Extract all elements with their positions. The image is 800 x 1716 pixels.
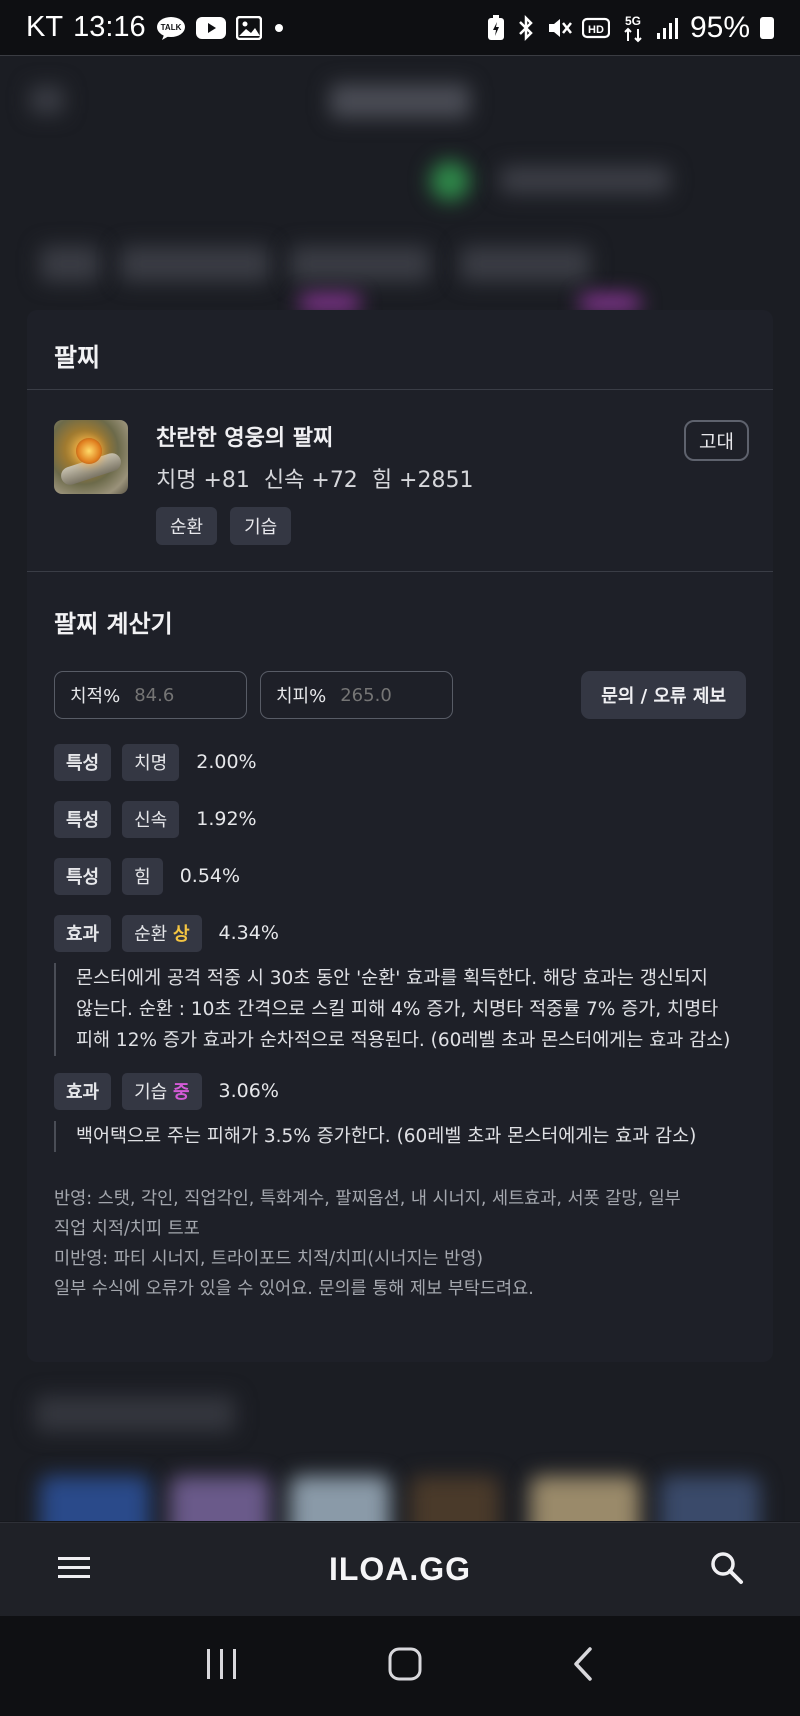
bracelet-calculator: 팔찌 계산기 치적% 치피% 문의 / 오류 제보 특성 치명 2.00% 특성… xyxy=(27,572,773,1304)
stat-kind-chip: 특성 xyxy=(54,800,112,838)
tier-high: 상 xyxy=(172,924,190,945)
mute-icon xyxy=(546,15,572,41)
report-button[interactable]: 문의 / 오류 제보 xyxy=(581,671,746,719)
bracelet-modal: 팔찌 찬란한 영웅의 팔찌 치명 +81 신속 +72 힘 +2851 순환 기… xyxy=(27,310,773,1362)
stat-name-chip: 신속 xyxy=(122,800,180,838)
effect-value: 4.34% xyxy=(218,922,279,944)
svg-text:TALK: TALK xyxy=(160,23,181,32)
effect-name-chip: 기습 중 xyxy=(122,1072,202,1110)
item-name: 찬란한 영웅의 팔찌 xyxy=(156,426,334,451)
effect-row: 효과 순환 상 4.34% xyxy=(54,914,746,952)
svg-text:HD: HD xyxy=(588,24,604,36)
clock: 13:16 xyxy=(73,11,146,43)
system-nav-bar xyxy=(0,1616,800,1716)
item-stat: 치명 +81 xyxy=(156,468,250,493)
bottom-app-bar: ILOA.GG xyxy=(0,1522,800,1616)
calculator-notes: 반영: 스탯, 각인, 직업각인, 특화계수, 팔찌옵션, 내 시너지, 세트효… xyxy=(54,1189,681,1299)
svg-text:5G: 5G xyxy=(625,14,641,28)
stat-row: 특성 신속 1.92% xyxy=(54,800,746,838)
tier-mid: 중 xyxy=(172,1082,190,1103)
effect-value: 3.06% xyxy=(218,1080,279,1102)
item-stats: 치명 +81 신속 +72 힘 +2851 xyxy=(156,462,473,494)
effect-kind-chip: 효과 xyxy=(54,1072,112,1110)
kakaotalk-icon: TALK xyxy=(156,16,186,40)
item-tags: 순환 기습 xyxy=(156,507,292,545)
carrier-label: KT xyxy=(26,11,64,43)
stat-kind-chip: 특성 xyxy=(54,743,112,781)
crit-rate-field[interactable]: 치적% xyxy=(54,671,247,719)
stat-name-chip: 치명 xyxy=(122,743,180,781)
bluetooth-icon xyxy=(516,14,536,42)
effect-description: 백어택으로 주는 피해가 3.5% 증가한다. (60레벨 초과 몬스터에게는 … xyxy=(54,1121,746,1152)
modal-title: 팔찌 xyxy=(27,310,773,390)
calculator-inputs: 치적% 치피% 문의 / 오류 제보 xyxy=(54,671,746,719)
battery-saver-icon xyxy=(486,14,506,41)
hd-voice-icon: HD xyxy=(581,17,610,39)
stat-rows: 특성 치명 2.00% 특성 신속 1.92% 특성 힘 0.54% 효과 순환… xyxy=(54,743,746,1152)
stat-name-chip: 힘 xyxy=(122,857,163,895)
home-icon[interactable] xyxy=(387,1646,423,1686)
effect-description: 몬스터에게 공격 적중 시 30초 동안 '순환' 효과를 획득한다. 해당 효… xyxy=(54,963,746,1056)
status-bar: KT 13:16 TALK HD 5G 95% xyxy=(0,0,800,56)
item-tag: 기습 xyxy=(230,507,292,545)
youtube-icon xyxy=(195,16,226,39)
battery-icon xyxy=(760,16,774,39)
back-icon[interactable] xyxy=(570,1646,596,1686)
effect-name-chip: 순환 상 xyxy=(122,914,202,952)
stat-kind-chip: 특성 xyxy=(54,857,112,895)
stat-row: 특성 치명 2.00% xyxy=(54,743,746,781)
notification-dot-icon xyxy=(272,21,286,35)
site-logo[interactable]: ILOA.GG xyxy=(0,1551,800,1588)
effect-row: 효과 기습 중 3.06% xyxy=(54,1072,746,1110)
stat-value: 0.54% xyxy=(179,865,241,887)
battery-percent: 95% xyxy=(689,10,750,44)
menu-icon[interactable] xyxy=(56,1554,92,1586)
bracelet-item-icon xyxy=(54,420,128,494)
effect-kind-chip: 효과 xyxy=(54,914,112,952)
signal-icon xyxy=(656,16,680,40)
item-tag: 순환 xyxy=(156,507,218,545)
crit-dmg-input[interactable] xyxy=(340,684,431,706)
gallery-icon xyxy=(235,15,262,40)
grade-badge: 고대 xyxy=(684,420,749,461)
stat-row: 특성 힘 0.54% xyxy=(54,857,746,895)
bracelet-item: 찬란한 영웅의 팔찌 치명 +81 신속 +72 힘 +2851 순환 기습 고… xyxy=(27,390,773,572)
network-5g-icon: 5G xyxy=(620,13,646,43)
stat-value: 2.00% xyxy=(196,751,257,773)
recent-apps-icon[interactable] xyxy=(204,1647,240,1685)
crit-dmg-field[interactable]: 치피% xyxy=(260,671,453,719)
crit-rate-label: 치적% xyxy=(70,686,121,707)
crit-rate-input[interactable] xyxy=(134,684,225,706)
crit-dmg-label: 치피% xyxy=(276,686,327,707)
item-stat: 신속 +72 xyxy=(263,468,358,493)
stat-value: 1.92% xyxy=(196,808,257,830)
search-icon[interactable] xyxy=(710,1551,744,1589)
item-stat: 힘 +2851 xyxy=(371,468,474,493)
calculator-title: 팔찌 계산기 xyxy=(54,610,173,638)
